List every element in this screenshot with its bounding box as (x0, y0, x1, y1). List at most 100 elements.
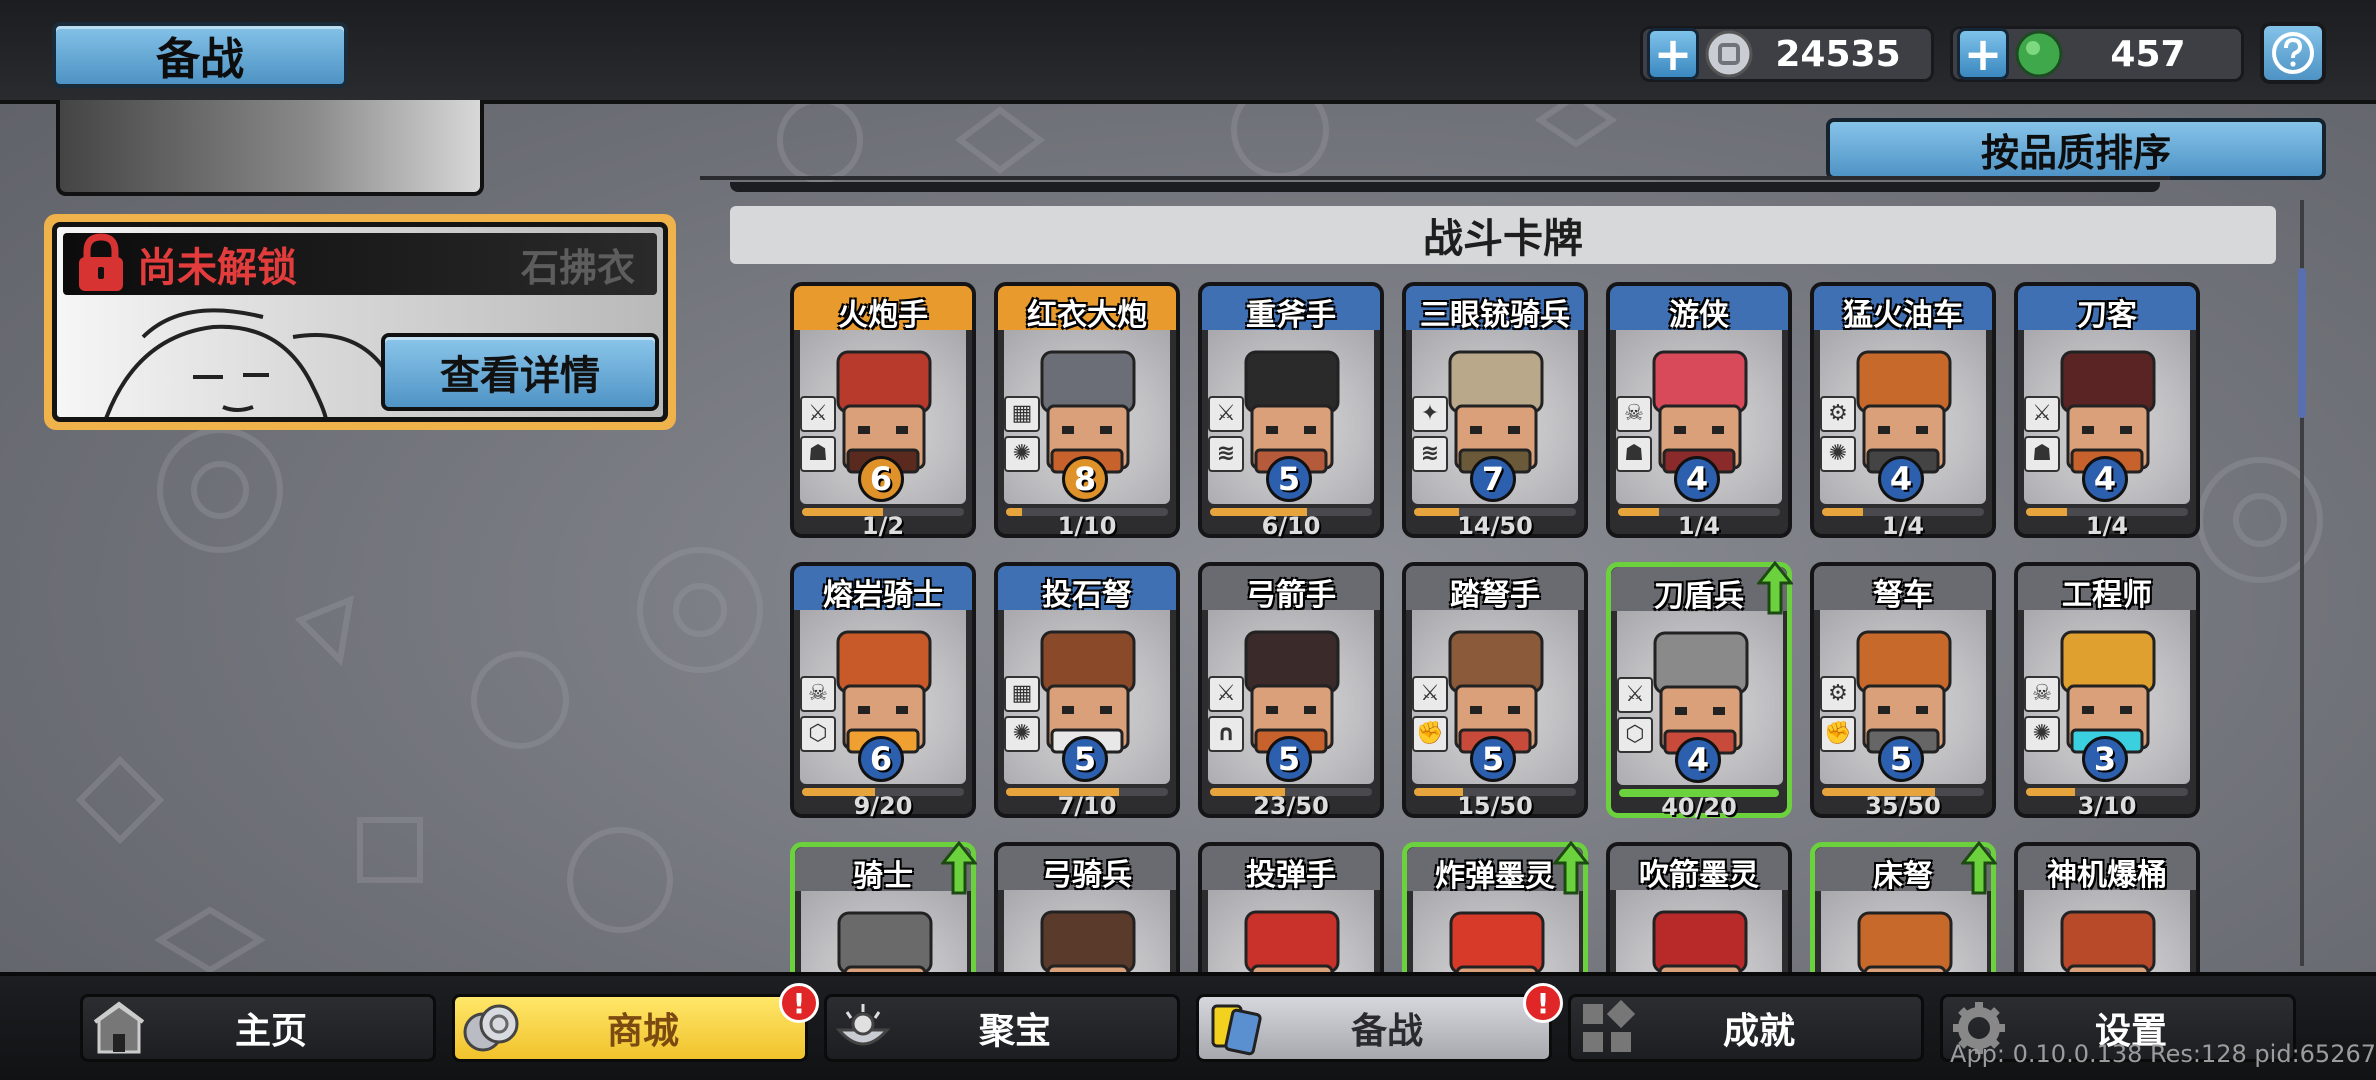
skin-name: 石拂衣 (520, 245, 635, 290)
unit-name: 弓箭手 (1246, 578, 1336, 613)
unit-card[interactable]: 神机爆桶 (2014, 842, 2200, 974)
unit-card[interactable]: 熔岩骑士 ☠ ⬡ 6 9/20 (790, 562, 976, 820)
unit-figure (1652, 910, 1748, 974)
locked-skin-card: 尚未解锁 石拂衣 查看详情 (44, 214, 676, 430)
unit-type-icon: ✺ (1004, 716, 1040, 752)
silver-coin-icon (1705, 30, 1753, 78)
unit-card[interactable]: 投弹手 (1198, 842, 1384, 974)
help-button[interactable] (2260, 22, 2326, 84)
card-count: 15/50 (1457, 792, 1533, 820)
unit-trait-icon: ⚔ (800, 396, 836, 432)
unit-name: 神机爆桶 (2047, 858, 2167, 893)
unit-trait-icon: ⚙ (1820, 396, 1856, 432)
add-silver-button[interactable]: + (1647, 28, 1699, 80)
top-bar: 备战 + 24535 + 457 (0, 0, 2376, 104)
unit-figure (837, 911, 933, 974)
unit-card[interactable]: 弓箭手 ⚔ ∩ 5 23/50 (1198, 562, 1384, 820)
nav-label: 聚宝 (978, 1011, 1051, 1052)
card-count: 23/50 (1253, 792, 1329, 820)
jade-gem-icon (2015, 30, 2063, 78)
scrollbar-thumb[interactable] (2298, 268, 2306, 418)
card-count: 9/20 (853, 792, 913, 820)
unit-trait-icon: ▦ (1004, 396, 1040, 432)
hero-portrait-partial (56, 100, 484, 196)
unit-trait-icon: ⚙ (1820, 676, 1856, 712)
unit-portrait (2024, 890, 2190, 974)
unit-name: 踏弩手 (1450, 578, 1540, 613)
unit-card[interactable]: 刀盾兵 ⚔ ⬡ 4 40/20 (1606, 561, 1793, 821)
unit-card[interactable]: 游侠 ☠ ☗ 4 1/4 (1606, 282, 1792, 540)
unit-cost: 7 (1470, 456, 1516, 502)
card-count: 14/50 (1457, 512, 1533, 540)
unit-card[interactable]: 床弩 (1810, 841, 1997, 974)
card-count: 3/10 (2077, 792, 2137, 820)
unit-card[interactable]: 刀客 ⚔ ☗ 4 1/4 (2014, 282, 2200, 540)
upgrade-arrow-icon (1961, 841, 1997, 895)
unit-card[interactable]: 火炮手 ⚔ ☗ 6 1/2 (790, 282, 976, 540)
nav-castle[interactable]: 主页 (80, 994, 436, 1062)
unit-card[interactable]: 骑士 (790, 841, 977, 974)
unit-cost: 8 (1062, 456, 1108, 502)
unit-card[interactable]: 弩车 ⚙ ✊ 5 35/50 (1810, 562, 1996, 820)
unit-cost: 3 (2082, 736, 2128, 782)
unit-trait-icon: ▦ (1004, 676, 1040, 712)
unit-card[interactable]: 三眼铳骑兵 ✦ ≋ 7 14/50 (1402, 282, 1588, 540)
nav-treasure-bowl[interactable]: 聚宝 (824, 994, 1180, 1062)
locked-label: 尚未解锁 (137, 245, 297, 291)
unit-type-icon: ☗ (2024, 436, 2060, 472)
unit-trait-icon: ☠ (1616, 396, 1652, 432)
unit-cost: 6 (858, 456, 904, 502)
unit-name: 投弹手 (1246, 858, 1336, 893)
silver-value: 24535 (1775, 33, 1901, 75)
card-count: 7/10 (1057, 792, 1117, 820)
unit-trait-icon: ⚔ (1208, 676, 1244, 712)
unit-name: 游侠 (1669, 298, 1729, 333)
unit-trait-icon: ✦ (1412, 396, 1448, 432)
lock-icon (79, 233, 123, 291)
unit-card[interactable]: 投石弩 ▦ ✺ 5 7/10 (994, 562, 1180, 820)
unit-figure (1040, 910, 1136, 974)
nav-cards[interactable]: 备战! (1196, 983, 1563, 1062)
unit-card[interactable]: 弓骑兵 (994, 842, 1180, 974)
treasure-bowl-icon (835, 1004, 891, 1046)
unit-type-icon: ⬡ (1617, 717, 1653, 753)
gem-currency: + 457 (1950, 26, 2244, 82)
unit-card[interactable]: 重斧手 ⚔ ≋ 5 6/10 (1198, 282, 1384, 540)
view-details-button[interactable]: 查看详情 (381, 333, 659, 411)
unit-card[interactable]: 炸弹墨灵 (1402, 841, 1589, 974)
unit-name: 熔岩骑士 (823, 578, 943, 613)
page-title: 备战 (52, 22, 348, 88)
unit-card[interactable]: 红衣大炮 ▦ ✺ 8 1/10 (994, 282, 1180, 540)
cards-icon (1211, 1004, 1262, 1056)
unit-card[interactable]: 踏弩手 ⚔ ✊ 5 15/50 (1402, 562, 1588, 820)
unit-cost: 4 (1878, 456, 1924, 502)
unit-name: 猛火油车 (1843, 298, 1963, 333)
unit-trait-icon: ⚔ (1412, 676, 1448, 712)
nav-coins[interactable]: 商城! (452, 983, 819, 1062)
unit-type-icon: ☗ (1616, 436, 1652, 472)
card-count: 1/10 (1057, 512, 1117, 540)
add-gem-button[interactable]: + (1957, 28, 2009, 80)
unit-card[interactable]: 猛火油车 ⚙ ✺ 4 1/4 (1810, 282, 1996, 540)
unit-type-icon: ≋ (1208, 436, 1244, 472)
unit-name: 火炮手 (838, 298, 928, 333)
unit-card[interactable]: 工程师 ☠ ✺ 3 3/10 (2014, 562, 2200, 820)
upgrade-arrow-icon (1553, 841, 1589, 895)
build-info: App: 0.10.0.138 Res:128 pid:65267 (1950, 1040, 2376, 1068)
unit-name: 工程师 (2062, 578, 2152, 613)
notification-badge: ! (1523, 983, 1563, 1023)
unit-cost: 4 (2082, 456, 2128, 502)
unit-cost: 4 (1674, 456, 1720, 502)
unit-portrait (1821, 891, 1987, 974)
sort-by-quality-button[interactable]: 按品质排序 (1826, 118, 2326, 180)
unit-type-icon: ⬡ (800, 716, 836, 752)
nav-achievement-grid[interactable]: 成就 (1568, 994, 1924, 1062)
unit-type-icon: ✺ (2024, 716, 2060, 752)
unit-card[interactable]: 吹箭墨灵 (1606, 842, 1792, 974)
unit-name: 吹箭墨灵 (1639, 858, 1759, 893)
unit-cost: 5 (1062, 736, 1108, 782)
unit-trait-icon: ⚔ (1208, 396, 1244, 432)
unit-cost: 4 (1675, 737, 1721, 783)
notification-badge: ! (779, 983, 819, 1023)
unit-figure (1449, 911, 1545, 974)
